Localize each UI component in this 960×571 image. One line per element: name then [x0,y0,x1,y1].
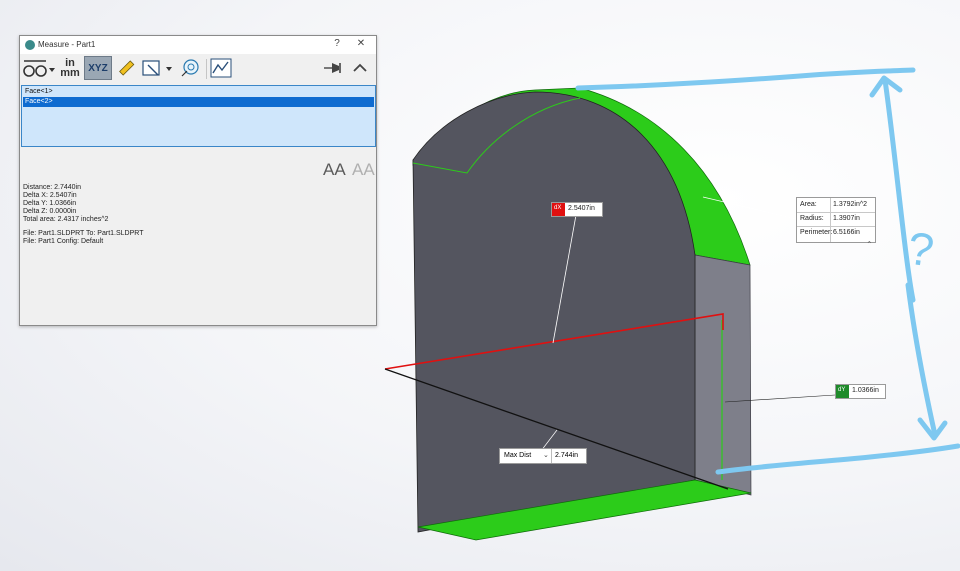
collapse-button[interactable] [350,56,370,80]
arc-measure-icon [23,60,55,77]
font-decrease-button[interactable]: AA [352,160,375,180]
font-increase-button[interactable]: AA [323,160,346,180]
area-label: Area: [800,201,817,208]
result-delta-y: Delta Y: 1.0366in [23,200,77,207]
unit-mm-label: mm [60,67,80,79]
result-total-area: Total area: 2.4317 inches^2 [23,216,109,223]
toolbar-separator [206,59,207,79]
list-item[interactable]: Face<2> [23,97,374,107]
xyz-icon: XYZ [88,62,108,74]
dialog-titlebar[interactable]: Measure - Part1 ? ✕ [20,36,376,54]
result-distance: Distance: 2.7440in [23,184,81,191]
result-delta-z: Delta Z: 0.0000in [23,208,77,215]
dx-callout[interactable]: dX 2.5407in [551,202,603,217]
dialog-title: Measure - Part1 [38,40,96,49]
arc-circle-measure-button[interactable] [22,56,56,80]
units-text: in mm [60,58,80,79]
side-face [694,254,752,496]
measure-toolbar: in mm XYZ [20,54,376,84]
selection-list[interactable]: Face<1> Face<2> [21,85,376,147]
projection-icon [142,60,172,76]
face-info-callout[interactable]: Area: 1.3792in^2 Radius: 1.3907in Perime… [796,197,876,243]
perimeter-row: Perimeter: 6.5166in [797,226,875,240]
font-increase-icon: AA [323,160,346,179]
coordinate-system-button[interactable] [178,56,202,80]
max-dist-divider [551,449,552,463]
max-dist-dropdown[interactable]: Max Dist [504,452,531,459]
history-graph-icon [210,58,232,78]
measure-dialog[interactable]: Measure - Part1 ? ✕ in mm XYZ Face<1> Fa… [19,35,377,326]
dx-value: 2.5407in [568,205,595,212]
dy-label: dY [838,387,846,393]
measure-history-button[interactable] [209,56,233,80]
point-to-point-button[interactable] [115,56,137,80]
area-row: Area: 1.3792in^2 [797,198,875,213]
chevron-down-icon[interactable]: ⌄ [543,451,549,459]
max-dist-value: 2.744in [555,452,578,459]
max-dist-callout[interactable]: Max Dist ⌄ 2.744in [499,448,587,464]
ruler-icon [119,60,135,76]
result-file-config: File: Part1 Config: Default [23,238,104,245]
perimeter-label: Perimeter: [800,229,833,236]
perimeter-value: 6.5166in [833,229,860,236]
list-item[interactable]: Face<1> [23,87,374,97]
radius-row: Radius: 1.3907in [797,212,875,227]
callout-collapse-icon[interactable]: ⌃ [866,240,873,249]
result-file-from-to: File: Part1.SLDPRT To: Part1.SLDPRT [23,230,144,237]
coordinate-system-icon [181,59,199,77]
area-value: 1.3792in^2 [833,201,868,208]
dx-label: dX [554,205,562,211]
chevron-up-icon [353,63,367,72]
font-decrease-icon: AA [352,160,375,179]
show-xyz-button[interactable]: XYZ [84,56,112,80]
pin-button[interactable] [322,56,346,80]
dy-callout[interactable]: dY 1.0366in [835,384,886,399]
units-precision-button[interactable]: in mm [58,56,82,80]
measure-app-icon [25,40,35,50]
projection-button[interactable] [140,56,174,80]
help-button[interactable]: ? [330,38,344,49]
radius-value: 1.3907in [833,215,860,222]
pin-icon [324,63,341,73]
dy-value: 1.0366in [852,387,879,394]
radius-label: Radius: [800,215,824,222]
front-face [412,91,696,533]
close-button[interactable]: ✕ [354,38,368,49]
result-delta-x: Delta X: 2.5407in [23,192,77,199]
